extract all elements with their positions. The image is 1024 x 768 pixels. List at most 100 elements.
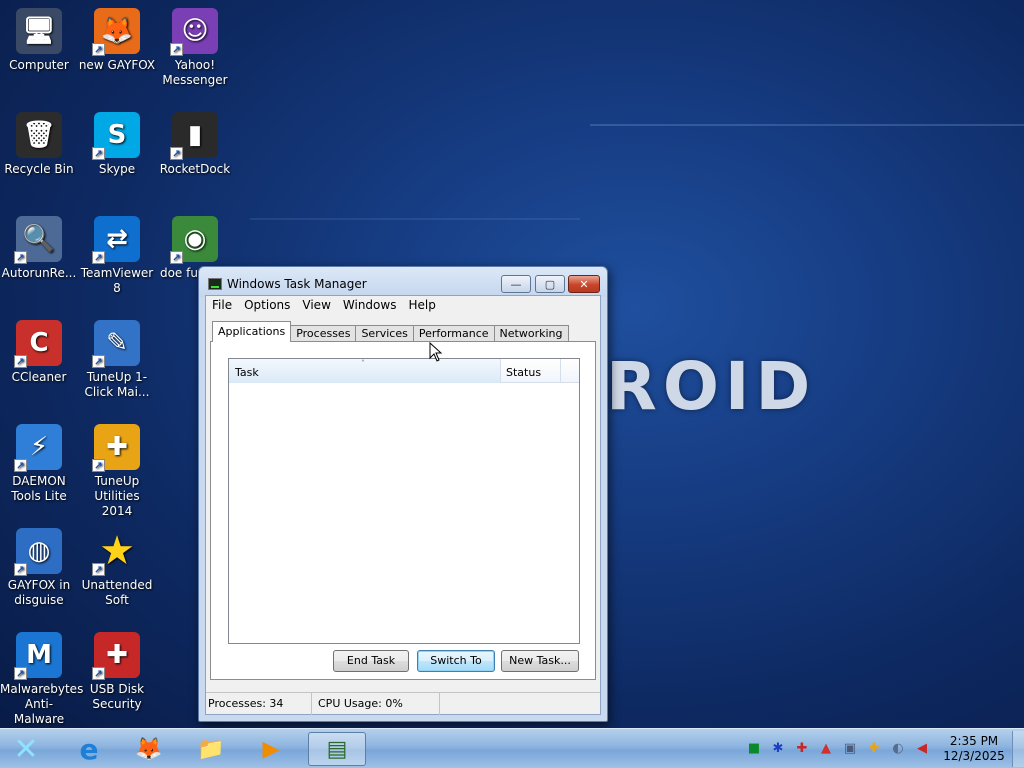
- teamviewer-icon: ⇄ ↗: [92, 216, 140, 264]
- desktop-icon-label: RocketDock: [159, 162, 231, 176]
- task-manager-window[interactable]: Windows Task Manager — ▢ ✕ File Options …: [198, 266, 608, 722]
- network-icon[interactable]: ◐: [890, 741, 906, 757]
- window-client-area: File Options View Windows Help Applicati…: [205, 295, 601, 715]
- taskbar-task-manager-button[interactable]: ▤: [308, 732, 366, 766]
- desktop-icon-firefox[interactable]: 🦊 ↗ new GAYFOX: [78, 8, 156, 73]
- menu-file[interactable]: File: [206, 296, 238, 316]
- task-manager-icon: ▤: [326, 736, 348, 762]
- desktop-icon-tuneup-utilities[interactable]: ✚ ↗ TuneUp Utilities 2014: [78, 424, 156, 519]
- column-header-task-label: Task: [235, 366, 259, 379]
- tuneup-tray-icon[interactable]: ✚: [866, 741, 882, 757]
- close-button[interactable]: ✕: [568, 275, 600, 293]
- desktop-icon-label: TeamViewer 8: [80, 266, 154, 295]
- desktop-icon-computer[interactable]: 🖥 Computer: [0, 8, 78, 73]
- desktop-icon-label: TuneUp Utilities 2014: [94, 474, 140, 518]
- desktop-icon-label: CCleaner: [11, 370, 67, 384]
- shortcut-arrow-icon: ↗: [92, 251, 105, 264]
- desktop-icon-star[interactable]: ★ ↗ Unattended Soft: [78, 528, 156, 608]
- desktop-icon-autorun[interactable]: 🔍 ↗ AutorunRe...: [0, 216, 78, 281]
- task-manager-icon: [208, 278, 222, 290]
- security-shield-icon[interactable]: ✚: [794, 741, 810, 757]
- shortcut-arrow-icon: ↗: [92, 147, 105, 160]
- autorun-icon: 🔍 ↗: [14, 216, 62, 264]
- process-count: Processes: 34: [206, 693, 312, 715]
- shortcut-arrow-icon: ↗: [14, 251, 27, 264]
- clock-date: 12/3/2025: [943, 749, 1005, 763]
- malwarebytes-icon: M ↗: [14, 632, 62, 680]
- taskbar-file-explorer-button[interactable]: 📁: [190, 732, 232, 766]
- shortcut-arrow-icon: ↗: [92, 563, 105, 576]
- shortcut-arrow-icon: ↗: [170, 147, 183, 160]
- tuneup-utilities-icon: ✚ ↗: [92, 424, 140, 472]
- title-bar[interactable]: Windows Task Manager — ▢ ✕: [199, 267, 607, 297]
- taskbar-internet-explorer-button[interactable]: e: [68, 732, 110, 766]
- warning-icon[interactable]: ▲: [818, 741, 834, 757]
- ccleaner-icon: C ↗: [14, 320, 62, 368]
- switch-to-button[interactable]: Switch To: [417, 650, 495, 672]
- desktop-icon-ccleaner[interactable]: C ↗ CCleaner: [0, 320, 78, 385]
- end-task-button[interactable]: End Task: [333, 650, 409, 672]
- minimize-button[interactable]: —: [501, 275, 531, 293]
- skype-icon: S ↗: [92, 112, 140, 160]
- clock[interactable]: 2:35 PM 12/3/2025: [936, 734, 1012, 764]
- desktop-icon-teamviewer[interactable]: ⇄ ↗ TeamViewer 8: [78, 216, 156, 296]
- menu-windows[interactable]: Windows: [337, 296, 403, 316]
- desktop-icon-skype[interactable]: S ↗ Skype: [78, 112, 156, 177]
- desktop-icon-daemon-tools[interactable]: ⚡ ↗ DAEMON Tools Lite: [0, 424, 78, 504]
- recycle-bin-icon: 🗑: [16, 112, 62, 158]
- start-button[interactable]: ✕: [6, 732, 46, 767]
- desktop-icon-tuneup-1click[interactable]: ✎ ↗ TuneUp 1-Click Mai...: [78, 320, 156, 400]
- tab-processes[interactable]: Processes: [290, 325, 357, 342]
- shortcut-arrow-icon: ↗: [170, 43, 183, 56]
- shortcut-arrow-icon: ↗: [92, 355, 105, 368]
- desktop-icon-rocketdock[interactable]: ▮ ↗ RocketDock: [156, 112, 234, 177]
- mouse-cursor-icon: [429, 342, 443, 362]
- desktop-icon-malwarebytes[interactable]: M ↗ Malwarebytes Anti-Malware: [0, 632, 84, 727]
- tab-strip: Applications Processes Services Performa…: [212, 321, 569, 342]
- desktop-icon-label: Malwarebytes Anti-Malware: [0, 682, 84, 726]
- chrome-icon: ◉ ↗: [170, 216, 218, 264]
- column-header-status[interactable]: Status: [501, 359, 561, 383]
- tab-applications[interactable]: Applications: [212, 321, 292, 342]
- daemon-tools-icon: ⚡ ↗: [14, 424, 62, 472]
- new-task-button[interactable]: New Task...: [501, 650, 579, 672]
- task-list-header: Task ˄ Status: [229, 359, 579, 383]
- network-adapter-icon[interactable]: ✱: [770, 741, 786, 757]
- column-header-task[interactable]: Task ˄: [229, 359, 501, 383]
- desktop-icon-recycle-bin[interactable]: 🗑 Recycle Bin: [0, 112, 78, 177]
- internet-explorer-icon: e: [79, 732, 99, 766]
- desktop-icon-shield[interactable]: ✚ ↗ USB Disk Security: [78, 632, 156, 712]
- green-square-icon[interactable]: ■: [746, 741, 762, 757]
- show-desktop-button[interactable]: [1012, 731, 1024, 767]
- tab-networking[interactable]: Networking: [493, 325, 569, 342]
- shield-icon: ✚ ↗: [92, 632, 140, 680]
- taskbar: ✕ e 🦊 📁 ▶ ▤ ■ ✱ ✚ ▲ ▣ ✚ ◐ ◀ 2:35 PM 12/3/2025: [0, 728, 1024, 768]
- computer-icon: 🖥: [16, 8, 62, 54]
- volume-muted-icon[interactable]: ◀: [914, 741, 930, 757]
- menu-help[interactable]: Help: [402, 296, 441, 316]
- maximize-button[interactable]: ▢: [535, 275, 565, 293]
- desktop-icon-label: Unattended Soft: [81, 578, 153, 607]
- menu-options[interactable]: Options: [238, 296, 296, 316]
- window-title: Windows Task Manager: [227, 277, 367, 291]
- wallpaper-streak: [250, 218, 580, 220]
- shortcut-arrow-icon: ↗: [92, 459, 105, 472]
- shortcut-arrow-icon: ↗: [14, 355, 27, 368]
- monitor-icon[interactable]: ▣: [842, 741, 858, 757]
- cpu-usage: CPU Usage: 0%: [312, 693, 440, 715]
- desktop-icon-yahoo-messenger[interactable]: ☺ ↗ Yahoo! Messenger: [156, 8, 234, 88]
- shortcut-arrow-icon: ↗: [14, 459, 27, 472]
- desktop-icon-label: Computer: [9, 58, 69, 72]
- taskbar-firefox-button[interactable]: 🦊: [128, 732, 170, 766]
- tab-performance[interactable]: Performance: [412, 325, 495, 342]
- applications-panel: Task ˄ Status End Task Switch To New Tas…: [210, 341, 596, 680]
- globe-icon: ◍ ↗: [14, 528, 62, 576]
- desktop-icon-globe[interactable]: ◍ ↗ GAYFOX in disguise: [0, 528, 78, 608]
- taskbar-media-player-button[interactable]: ▶: [250, 732, 292, 766]
- clock-time: 2:35 PM: [949, 734, 999, 748]
- menu-view[interactable]: View: [296, 296, 336, 316]
- status-bar: Processes: 34 CPU Usage: 0%: [206, 692, 600, 715]
- task-list[interactable]: Task ˄ Status: [228, 358, 580, 644]
- shortcut-arrow-icon: ↗: [92, 43, 105, 56]
- tab-services[interactable]: Services: [355, 325, 414, 342]
